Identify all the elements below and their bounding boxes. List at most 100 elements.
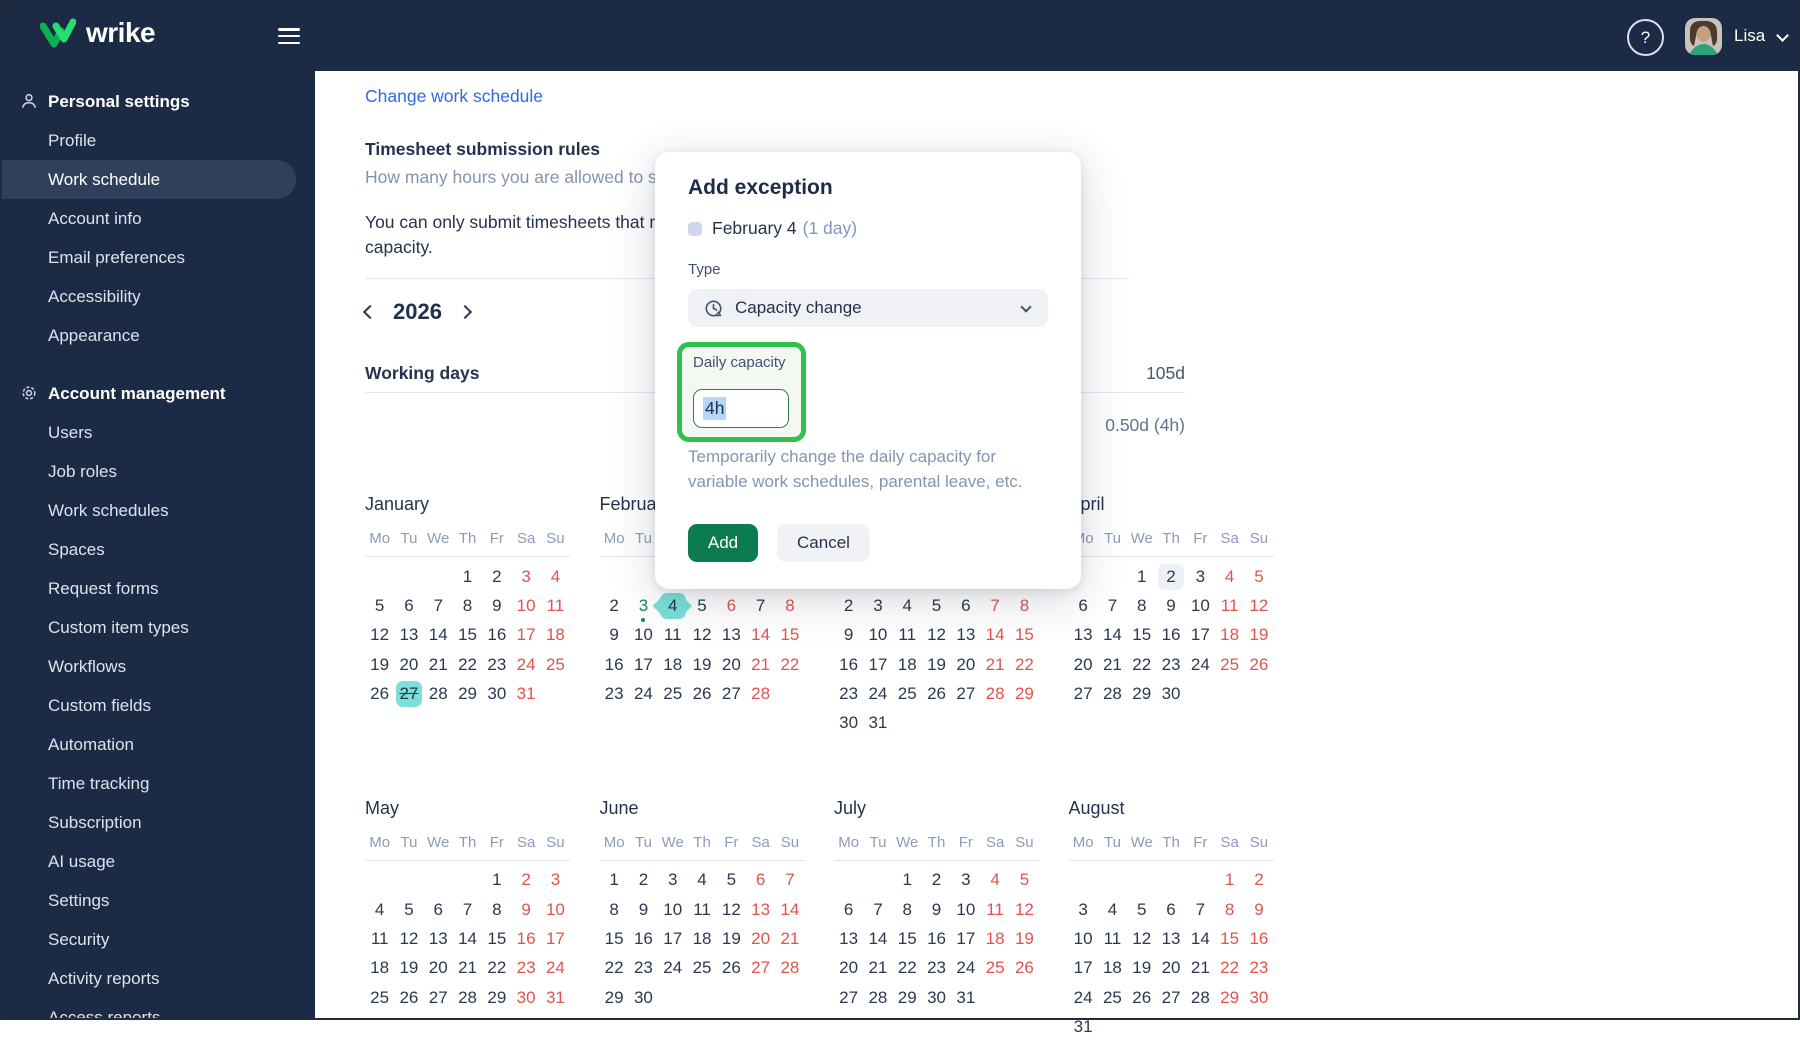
sidebar-item-users[interactable]: Users — [2, 413, 315, 452]
next-year-button[interactable] — [457, 304, 473, 320]
calendar-day[interactable]: 27 — [717, 679, 746, 708]
calendar-day[interactable]: 19 — [365, 650, 394, 679]
calendar-day[interactable]: 8 — [1215, 895, 1244, 924]
calendar-day[interactable]: 12 — [717, 895, 746, 924]
calendar-day[interactable]: 12 — [922, 621, 951, 650]
calendar-day[interactable]: 25 — [365, 983, 394, 1012]
calendar-day[interactable]: 17 — [863, 650, 892, 679]
calendar-day[interactable]: 21 — [980, 650, 1009, 679]
calendar-day[interactable]: 19 — [687, 650, 716, 679]
help-icon[interactable]: ? — [1627, 19, 1664, 56]
calendar-day[interactable]: 27 — [394, 679, 423, 708]
calendar-day[interactable]: 14 — [1098, 621, 1127, 650]
calendar-day[interactable]: 18 — [365, 954, 394, 983]
calendar-day[interactable]: 26 — [1127, 983, 1156, 1012]
calendar-day[interactable]: 8 — [893, 895, 922, 924]
calendar-day[interactable]: 13 — [1069, 621, 1098, 650]
calendar-day[interactable]: 6 — [746, 866, 775, 895]
calendar-day[interactable]: 7 — [1186, 895, 1215, 924]
calendar-day[interactable]: 17 — [951, 924, 980, 953]
calendar-day[interactable]: 5 — [717, 866, 746, 895]
calendar-day[interactable]: 22 — [1010, 650, 1039, 679]
calendar-day[interactable]: 29 — [482, 983, 511, 1012]
calendar-day[interactable]: 29 — [893, 983, 922, 1012]
sidebar-item-custom-fields[interactable]: Custom fields — [2, 686, 315, 725]
calendar-day[interactable]: 12 — [687, 621, 716, 650]
calendar-day[interactable]: 16 — [482, 621, 511, 650]
sidebar-item-accessibility[interactable]: Accessibility — [2, 277, 315, 316]
calendar-day[interactable]: 14 — [775, 895, 804, 924]
calendar-day[interactable]: 14 — [746, 621, 775, 650]
calendar-day[interactable]: 9 — [1156, 591, 1185, 620]
calendar-day[interactable]: 1 — [1127, 562, 1156, 591]
calendar-day[interactable]: 17 — [658, 924, 687, 953]
calendar-day[interactable]: 24 — [629, 679, 658, 708]
calendar-day[interactable]: 26 — [1010, 954, 1039, 983]
calendar-day[interactable]: 12 — [1127, 924, 1156, 953]
calendar-day[interactable]: 4 — [980, 866, 1009, 895]
calendar-day[interactable]: 1 — [893, 866, 922, 895]
calendar-day[interactable]: 2 — [1244, 866, 1273, 895]
calendar-day[interactable]: 12 — [1010, 895, 1039, 924]
calendar-day[interactable]: 18 — [658, 650, 687, 679]
calendar-day[interactable]: 8 — [453, 591, 482, 620]
calendar-day[interactable]: 5 — [394, 895, 423, 924]
calendar-day[interactable]: 19 — [394, 954, 423, 983]
calendar-day[interactable]: 24 — [863, 679, 892, 708]
calendar-day[interactable]: 27 — [951, 679, 980, 708]
calendar-day[interactable]: 24 — [1186, 650, 1215, 679]
calendar-day[interactable]: 16 — [511, 924, 540, 953]
calendar-day[interactable]: 20 — [717, 650, 746, 679]
calendar-day[interactable]: 22 — [600, 954, 629, 983]
calendar-day[interactable]: 15 — [453, 621, 482, 650]
calendar-day[interactable]: 30 — [629, 983, 658, 1012]
calendar-day[interactable]: 31 — [541, 983, 570, 1012]
calendar-day[interactable]: 18 — [1215, 621, 1244, 650]
calendar-day[interactable]: 18 — [541, 621, 570, 650]
calendar-day[interactable]: 14 — [1186, 924, 1215, 953]
calendar-day[interactable]: 2 — [511, 866, 540, 895]
calendar-day[interactable]: 15 — [893, 924, 922, 953]
calendar-day[interactable]: 4 — [365, 895, 394, 924]
calendar-day[interactable]: 21 — [775, 924, 804, 953]
sidebar-item-request-forms[interactable]: Request forms — [2, 569, 315, 608]
calendar-day[interactable]: 20 — [424, 954, 453, 983]
calendar-day[interactable]: 21 — [424, 650, 453, 679]
calendar-day[interactable]: 10 — [629, 621, 658, 650]
calendar-day[interactable]: 13 — [746, 895, 775, 924]
calendar-day[interactable]: 20 — [834, 954, 863, 983]
calendar-day[interactable]: 22 — [453, 650, 482, 679]
calendar-day[interactable]: 14 — [980, 621, 1009, 650]
calendar-day[interactable]: 21 — [746, 650, 775, 679]
calendar-day[interactable]: 13 — [717, 621, 746, 650]
calendar-day[interactable]: 19 — [1127, 954, 1156, 983]
sidebar-item-subscription[interactable]: Subscription — [2, 803, 315, 842]
calendar-day[interactable]: 11 — [1215, 591, 1244, 620]
calendar-day[interactable]: 30 — [922, 983, 951, 1012]
calendar-day[interactable]: 16 — [600, 650, 629, 679]
calendar-day[interactable]: 16 — [1244, 924, 1273, 953]
calendar-day[interactable]: 23 — [1244, 954, 1273, 983]
calendar-day[interactable]: 3 — [951, 866, 980, 895]
calendar-day[interactable]: 30 — [834, 708, 863, 737]
calendar-day[interactable]: 28 — [775, 954, 804, 983]
calendar-day[interactable]: 6 — [394, 591, 423, 620]
daily-capacity-input[interactable]: 4h — [693, 389, 789, 428]
calendar-day[interactable]: 2 — [922, 866, 951, 895]
previous-year-button[interactable] — [362, 304, 378, 320]
sidebar-item-workflows[interactable]: Workflows — [2, 647, 315, 686]
calendar-day[interactable]: 5 — [1127, 895, 1156, 924]
chevron-down-icon[interactable] — [1776, 29, 1789, 42]
calendar-day[interactable]: 26 — [1244, 650, 1273, 679]
calendar-day[interactable]: 28 — [980, 679, 1009, 708]
calendar-day[interactable]: 12 — [394, 924, 423, 953]
calendar-day[interactable]: 18 — [687, 924, 716, 953]
calendar-day[interactable]: 4 — [1215, 562, 1244, 591]
calendar-day[interactable]: 7 — [775, 866, 804, 895]
calendar-day[interactable]: 1 — [1215, 866, 1244, 895]
calendar-day[interactable]: 14 — [863, 924, 892, 953]
calendar-day[interactable]: 16 — [834, 650, 863, 679]
calendar-day[interactable]: 25 — [541, 650, 570, 679]
calendar-day[interactable]: 3 — [863, 591, 892, 620]
sidebar-item-ai-usage[interactable]: AI usage — [2, 842, 315, 881]
